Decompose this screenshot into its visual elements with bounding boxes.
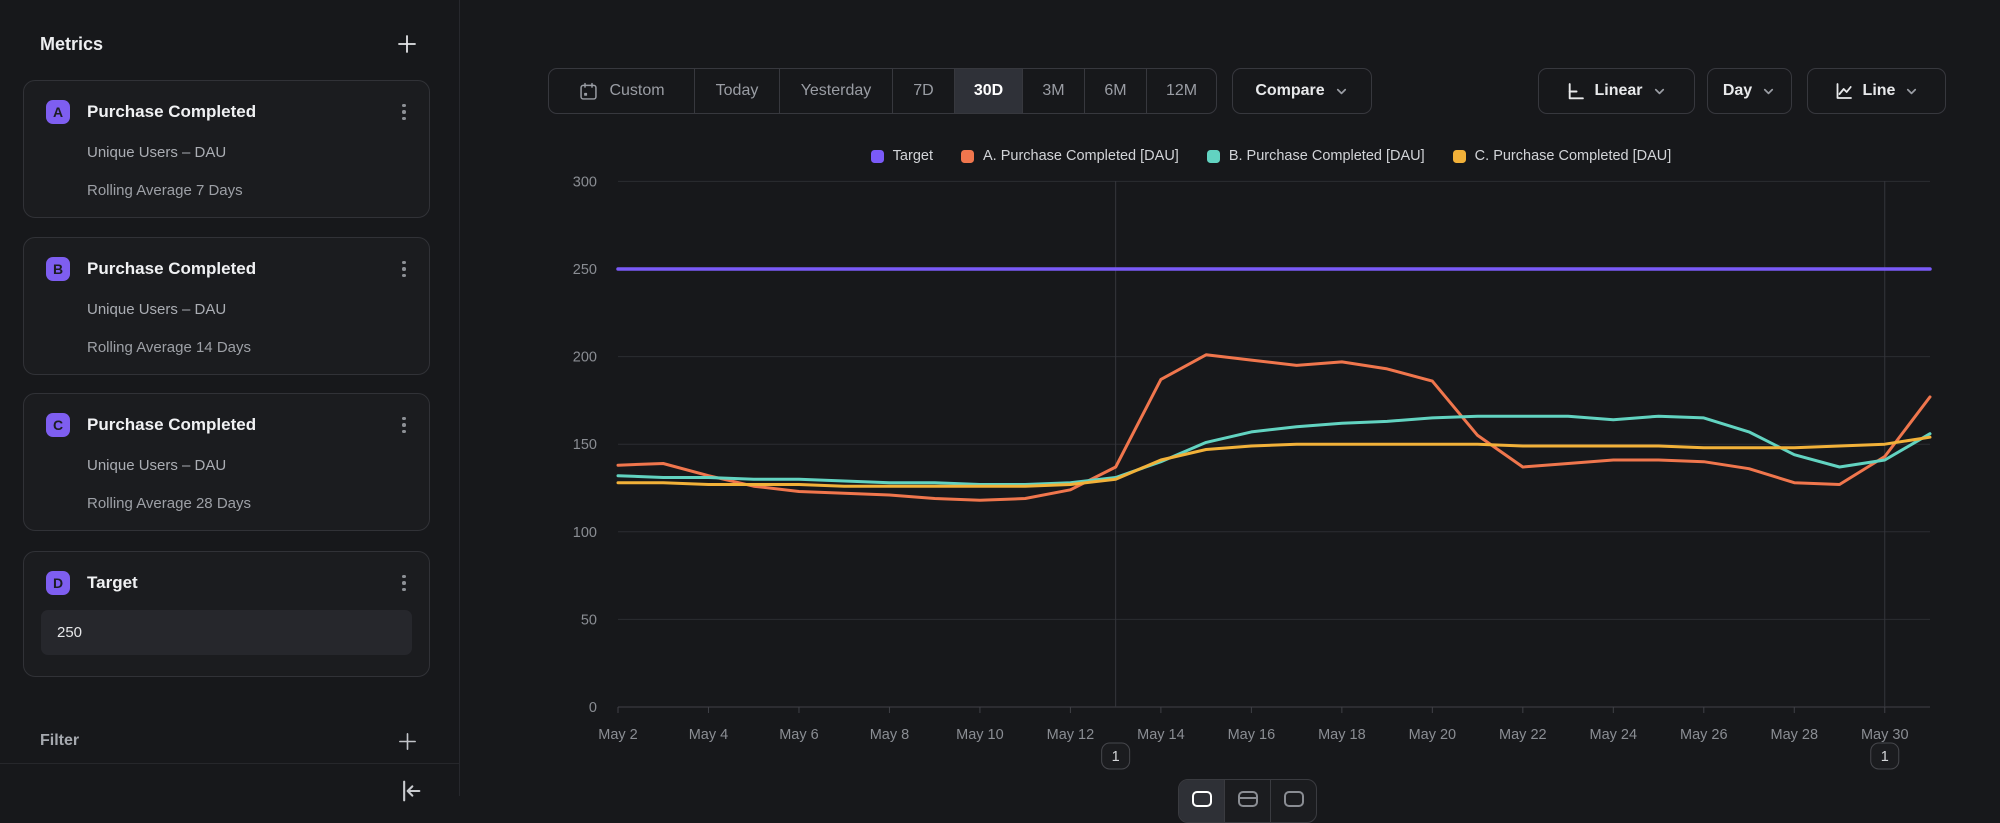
panel-rows-icon (1237, 790, 1259, 808)
x-axis-tick-label: May 14 (1137, 727, 1185, 743)
x-axis-tick-label: May 2 (598, 727, 638, 743)
x-axis-tick-label: May 6 (779, 727, 819, 743)
y-axis-tick-label: 150 (573, 437, 597, 453)
view-table-button[interactable] (1225, 780, 1271, 822)
x-axis-tick-label: May 24 (1590, 727, 1638, 743)
x-axis-tick-label: May 4 (689, 727, 729, 743)
x-axis-tick-label: May 28 (1770, 727, 1818, 743)
view-chart-button[interactable] (1179, 780, 1225, 822)
y-axis-tick-label: 300 (573, 174, 597, 190)
panel-plain-icon (1283, 790, 1305, 808)
x-axis-tick-label: May 18 (1318, 727, 1366, 743)
x-axis-tick-label: May 12 (1047, 727, 1095, 743)
x-axis-tick-label: May 26 (1680, 727, 1728, 743)
bottom-view-switcher (1178, 779, 1317, 823)
annotation-badge-label: 1 (1112, 749, 1120, 765)
x-axis-tick-label: May 10 (956, 727, 1004, 743)
y-axis-tick-label: 250 (573, 262, 597, 278)
y-axis-tick-label: 200 (573, 350, 597, 366)
line-chart-plot[interactable]: 0 50 100 150 200 250 300 May 2 May 4 May 6 May 8 Ma… (0, 0, 2000, 796)
x-axis-tick-label: May 8 (870, 727, 910, 743)
view-split-button[interactable] (1271, 780, 1316, 822)
x-axis-tick-label: May 22 (1499, 727, 1547, 743)
y-axis-tick-label: 0 (589, 700, 597, 716)
y-axis-tick-label: 100 (573, 525, 597, 541)
panel-icon (1191, 790, 1213, 808)
annotation-badge-label: 1 (1881, 749, 1889, 765)
series-line[interactable] (618, 416, 1930, 484)
x-axis-tick-label: May 20 (1409, 727, 1457, 743)
x-axis-tick-label: May 30 (1861, 727, 1909, 743)
y-axis-tick-label: 50 (581, 612, 597, 628)
x-axis-tick-label: May 16 (1228, 727, 1276, 743)
